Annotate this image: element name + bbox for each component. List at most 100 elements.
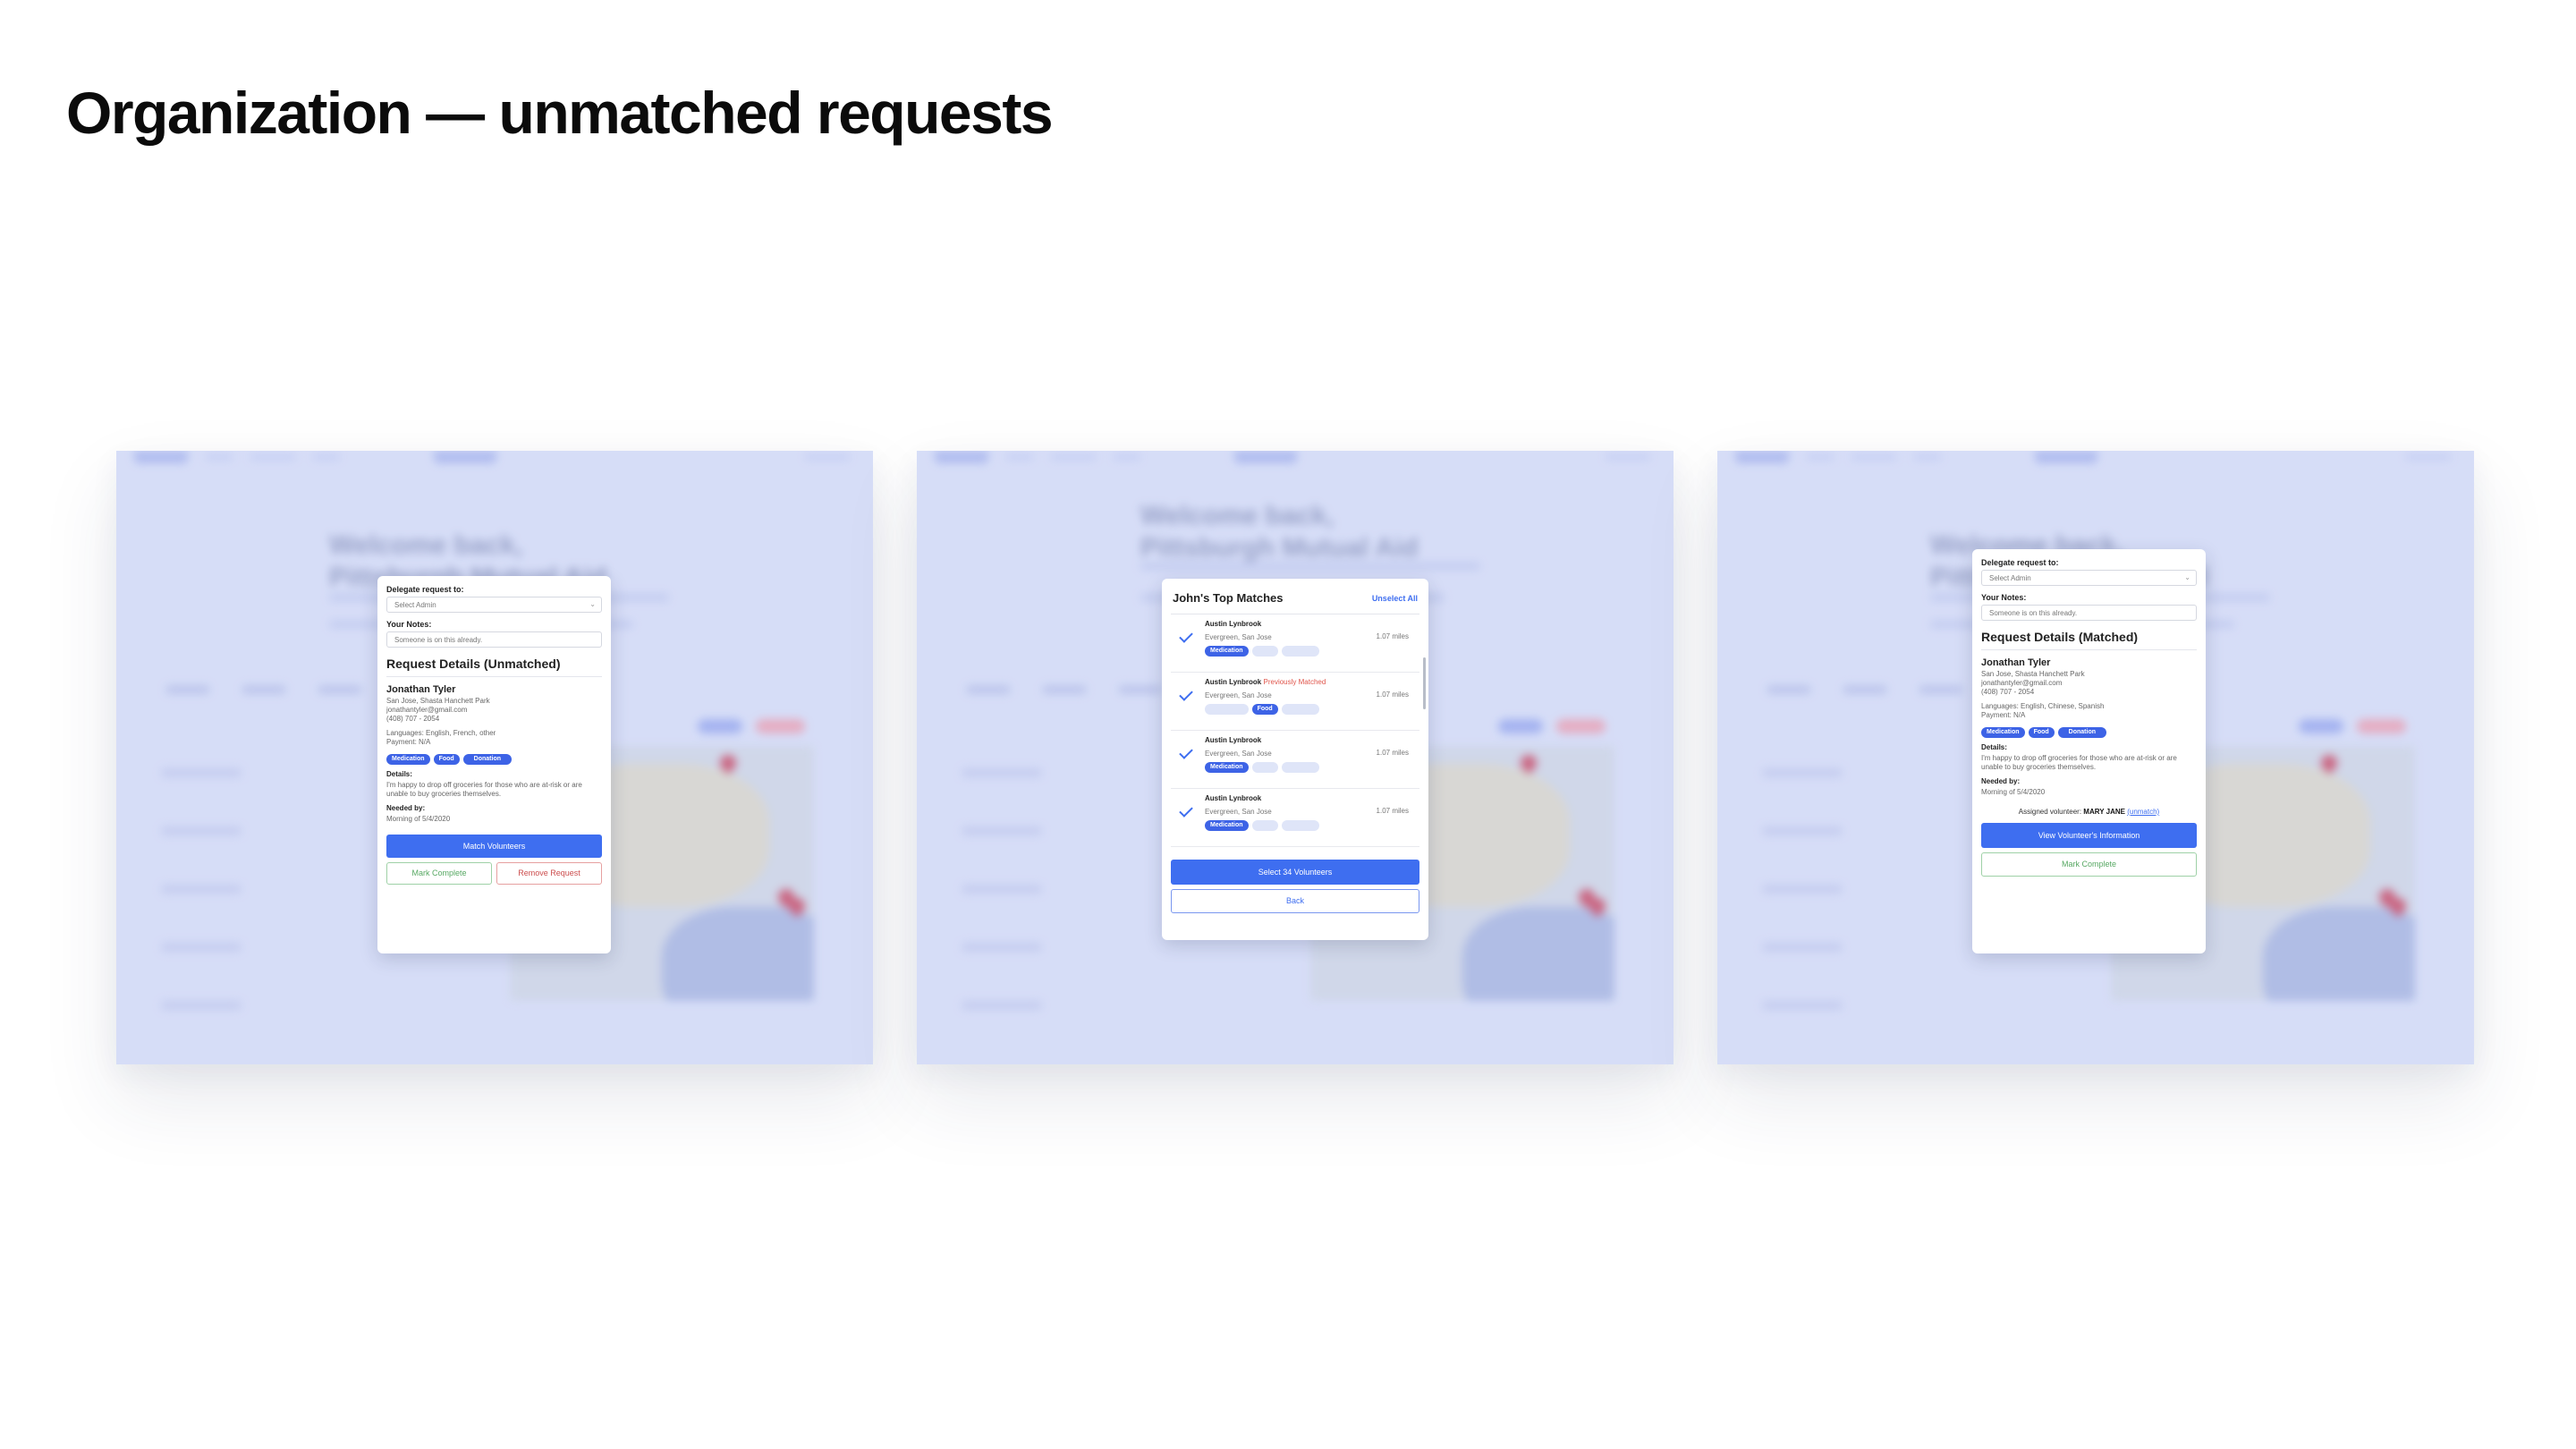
delegate-admin-select[interactable]: Select Admin ⌄: [1981, 570, 2197, 586]
requester-email: jonathantyler@gmail.com: [1981, 679, 2063, 687]
requester-email: jonathantyler@gmail.com: [386, 706, 468, 714]
back-button[interactable]: Back: [1171, 889, 1419, 913]
map-water: [662, 907, 814, 1001]
mark-complete-button[interactable]: Mark Complete: [1981, 852, 2197, 877]
list-tab: [165, 685, 210, 694]
assigned-label: Assigned volunteer:: [2018, 808, 2082, 816]
unmatch-link[interactable]: (unmatch): [2127, 808, 2159, 816]
nav-tab: [206, 454, 233, 460]
assigned-volunteer: Assigned volunteer: MARY JANE (unmatch): [1981, 808, 2197, 816]
notes-input[interactable]: Someone is on this already.: [386, 631, 602, 648]
check-icon[interactable]: [1179, 687, 1193, 701]
list-row: [1762, 768, 1843, 777]
list-row: [1762, 1001, 1843, 1010]
match-volunteers-button[interactable]: Match Volunteers: [386, 835, 602, 858]
assigned-volunteer-name: MARY JANE: [2083, 808, 2125, 816]
notes-input[interactable]: Someone is on this already.: [1981, 605, 2197, 621]
nav-account: [1606, 454, 1650, 460]
tag-food: Food: [433, 754, 460, 765]
nav-button: [1234, 451, 1297, 463]
notes-label: Your Notes:: [386, 620, 432, 629]
requester-name: Jonathan Tyler: [1981, 657, 2051, 668]
tag-medication: Medication: [1981, 727, 2025, 738]
tag-medication: Medication: [1205, 820, 1249, 831]
delegate-label: Delegate request to:: [386, 585, 464, 594]
tag-medication: Medication: [386, 754, 430, 765]
remove-request-button[interactable]: Remove Request: [496, 862, 602, 885]
tag-donation: Donation: [1281, 646, 1319, 657]
welcome-heading: Welcome back,Pittsburgh Mutual Aid: [1140, 501, 1419, 563]
requester-languages: Languages: English, French, other: [386, 729, 496, 737]
list-row: [1762, 826, 1843, 835]
tag-donation: Donation: [1281, 762, 1319, 773]
requester-payment: Payment: N/A: [1981, 711, 2026, 719]
check-icon[interactable]: [1179, 745, 1193, 759]
list-row: [962, 943, 1042, 952]
nav-tab: [1006, 454, 1033, 460]
requester-payment: Payment: N/A: [386, 738, 431, 746]
alert-button: [1556, 719, 1606, 733]
check-icon[interactable]: [1179, 629, 1193, 643]
requester-phone: (408) 707 - 2054: [1981, 688, 2035, 696]
notes-label: Your Notes:: [1981, 593, 2027, 602]
tag-food: Food: [1251, 704, 1278, 715]
request-details-modal: Delegate request to: Select Admin ⌄ Your …: [377, 576, 611, 953]
match-tags: Medication Food Donation: [1205, 704, 1419, 715]
chevron-down-icon: ⌄: [2184, 573, 2190, 581]
match-name: Austin Lynbrook Previously Matched: [1205, 678, 1326, 686]
tag-donation: Donation: [462, 754, 512, 765]
view-volunteer-info-button[interactable]: View Volunteer's Information: [1981, 823, 2197, 848]
nav-button: [434, 451, 496, 463]
need-tags: Medication Food Donation: [1981, 727, 2197, 738]
tag-food: Food: [1251, 762, 1278, 773]
page-title: Organization — unmatched requests: [66, 80, 1054, 146]
requester-address: San Jose, Shasta Hanchett Park: [386, 697, 490, 705]
select-volunteers-button[interactable]: Select 34 Volunteers: [1171, 860, 1419, 885]
screenshot-matched-request: Welcome back,Pittsburgh Mutual Aid Deleg…: [1717, 451, 2474, 1064]
requester-name: Jonathan Tyler: [386, 684, 456, 695]
nav-tab: [1807, 454, 1834, 460]
match-row[interactable]: Austin Lynbrook Evergreen, San Jose 1.07…: [1171, 731, 1419, 789]
tag-donation: Donation: [1281, 820, 1319, 831]
match-row[interactable]: Austin Lynbrook Previously Matched Everg…: [1171, 673, 1419, 731]
needed-by-label: Needed by:: [1981, 777, 2021, 785]
list-tab: [1843, 685, 1887, 694]
needed-by-value: Morning of 5/4/2020: [1981, 788, 2046, 796]
unselect-all-link[interactable]: Unselect All: [1372, 594, 1418, 603]
list-tab: [1042, 685, 1087, 694]
check-icon[interactable]: [1179, 803, 1193, 818]
list-row: [161, 768, 242, 777]
tag-medication: Medication: [1205, 646, 1249, 657]
list-tab: [318, 685, 362, 694]
map-water: [2263, 907, 2415, 1001]
mark-complete-button[interactable]: Mark Complete: [386, 862, 492, 885]
details-label: Details:: [1981, 743, 2007, 751]
list-tab: [966, 685, 1011, 694]
requester-address: San Jose, Shasta Hanchett Park: [1981, 670, 2085, 678]
list-row: [1762, 885, 1843, 894]
nav-tab-active: [1735, 451, 1789, 463]
needed-by-label: Needed by:: [386, 804, 426, 812]
alert-button: [2357, 719, 2406, 733]
match-row[interactable]: Austin Lynbrook Evergreen, San Jose 1.07…: [1171, 789, 1419, 847]
match-row[interactable]: Austin Lynbrook Evergreen, San Jose 1.07…: [1171, 614, 1419, 673]
match-tags: Medication Food Donation: [1205, 646, 1419, 657]
nav-tab: [1114, 454, 1140, 460]
delegate-label: Delegate request to:: [1981, 558, 2059, 567]
delegate-admin-select[interactable]: Select Admin ⌄: [386, 597, 602, 613]
list-row: [161, 1001, 242, 1010]
requester-languages: Languages: English, Chinese, Spanish: [1981, 702, 2105, 710]
match-list-scrollbar[interactable]: [1423, 657, 1426, 709]
match-name: Austin Lynbrook: [1205, 620, 1262, 628]
nav-tab-active: [134, 451, 188, 463]
tag-food: Food: [1251, 646, 1278, 657]
list-tab: [1919, 685, 1963, 694]
tag-donation: Donation: [2057, 727, 2106, 738]
filter-button: [1498, 719, 1543, 733]
list-tab: [1118, 685, 1163, 694]
requester-phone: (408) 707 - 2054: [386, 715, 440, 723]
list-row: [962, 826, 1042, 835]
match-name: Austin Lynbrook: [1205, 736, 1262, 744]
list-tab: [242, 685, 286, 694]
nav-tab: [1914, 454, 1941, 460]
